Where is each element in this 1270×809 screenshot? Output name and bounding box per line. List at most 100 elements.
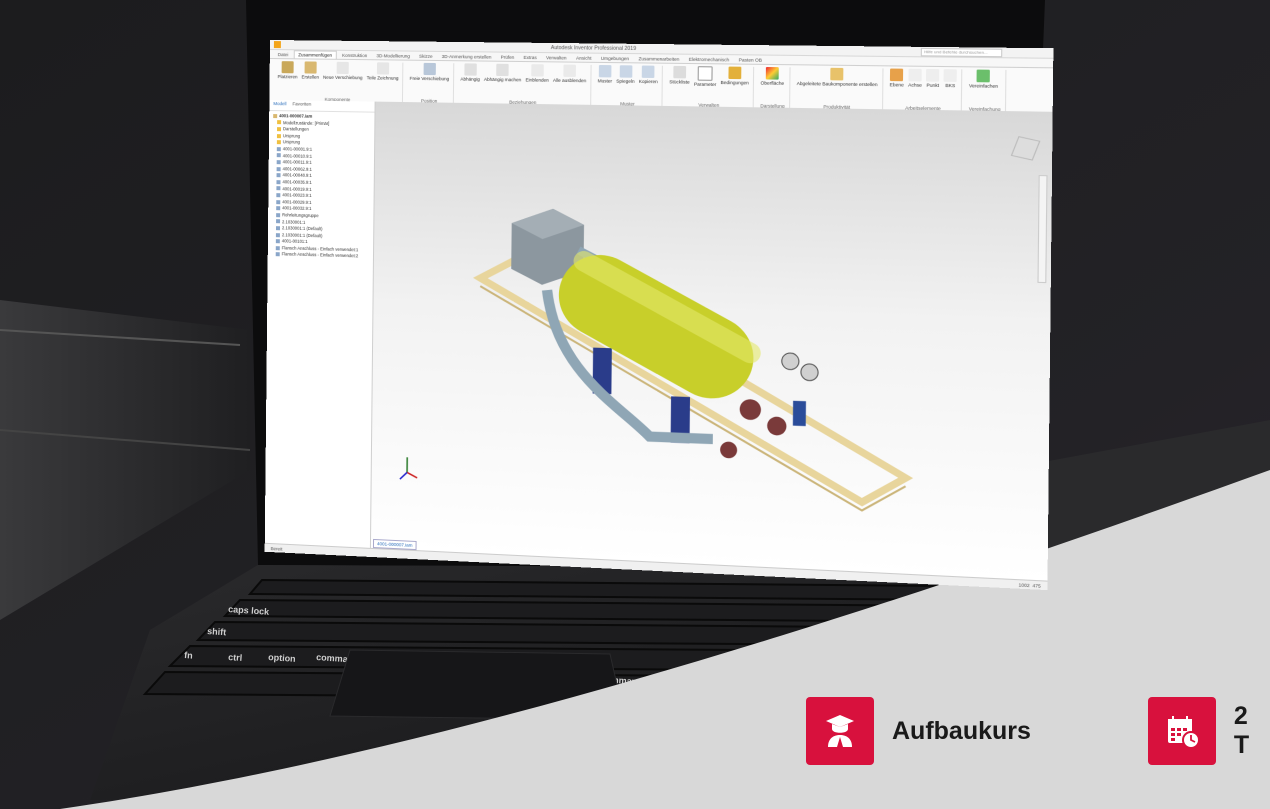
create-button[interactable]: Erstellen [301,61,320,80]
appearance-icon [765,67,779,80]
panel-vereinfachung: Vereinfachen Vereinfachung [964,69,1007,113]
mirror-icon [619,65,632,78]
component-icon [276,193,281,198]
tab-datei[interactable]: Datei [274,51,293,58]
copy-button[interactable]: Kopieren [639,65,658,84]
tab-elektromechanisch[interactable]: Elektromechanisch [685,56,734,64]
pump-unit [792,400,806,427]
tree-item-label: 4001-00010.9:1 [282,152,313,159]
part-drawing-button[interactable]: Teile Zeichnung [367,62,399,81]
panel-produktivitaet: Abgeleitete Baukomponente erstellen Prod… [792,67,884,111]
graduate-svg [826,715,854,747]
constrain-button[interactable]: Abhängig [460,63,480,82]
show-icon [530,64,544,77]
gauge-2 [801,364,818,381]
new-move-label: Neue Verschiebung [323,74,363,81]
free-move-label: Freie Verschiebung [409,75,450,82]
tree-item-label: 4001-00029.9:1 [282,199,312,205]
tree-item-label: Ursprung [282,139,301,145]
ucs-button[interactable]: BKS [943,69,958,88]
create-label: Erstellen [301,74,320,80]
hide-all-label: Alle ausblenden [552,77,587,84]
browser-tree: 4001-000007.iam Modellzustände: [Primär]… [268,111,375,263]
appearance-button[interactable]: Oberfläche [760,67,784,86]
bom-label: Stückliste [669,79,690,85]
bom-icon [673,65,687,79]
tab-pruefen[interactable]: Prüfen [497,54,519,61]
tab-pasten-ob[interactable]: Pasten OB [735,56,767,64]
hide-all-button[interactable]: Alle ausblenden [553,64,586,83]
status-count-1: 1002 [1018,581,1030,588]
help-search-input[interactable]: Hilfe und Befehle durchsuchen... [920,47,1003,57]
tab-verwalten[interactable]: Verwalten [542,54,571,61]
place-label: Platzieren [277,74,298,80]
axis-label: Achse [908,82,922,88]
mirror-button[interactable]: Spiegeln [616,65,635,84]
plane-icon [890,68,904,82]
tab-zusammenarbeiten[interactable]: Zusammenarbeiten [634,55,683,63]
component-icon [276,206,281,211]
graphics-viewport[interactable] [370,101,1053,582]
tree-item-label: 4001-00023.9:1 [282,192,312,199]
conditions-label: Bedingungen [720,79,749,86]
free-move-button[interactable]: Freie Verschiebung [409,62,450,82]
move-icon [336,61,349,75]
plane-button[interactable]: Ebene [890,68,904,88]
panel-verwalten: Stückliste Parameter Bedingungen Verwalt… [664,65,755,109]
tab-extras[interactable]: Extras [519,54,541,61]
valve-1 [739,398,762,421]
component-icon [275,239,280,244]
component-icon [276,219,281,224]
inventor-logo-icon [273,41,281,49]
badge-course-level: Aufbaukurs [806,697,1031,765]
tree-item-label: 4001-00019.9:1 [282,185,312,192]
component-icon [276,212,281,218]
tab-3d-anmerkung[interactable]: 3D-Anmerkung erstellen [438,53,496,61]
cad-screen: Autodesk Inventor Professional 2019 Hilf… [264,40,1054,591]
model-browser: Modell Favoriten 4001-000007.iam Modellz… [264,99,376,549]
tree-item-label: Rohrleitungsgruppe [282,212,319,219]
tree-item-label: 2.1030001:1 (Default) [281,231,323,239]
tab-3d-modellierung[interactable]: 3D-Modellierung [372,52,414,60]
joint-button[interactable]: Abhängig machen [484,63,522,82]
tab-konstruktion[interactable]: Konstruktion [338,52,371,59]
tree-item-label: 4001-00032.9:1 [282,205,312,212]
conditions-button[interactable]: Bedingungen [720,66,749,87]
browser-tab-modell[interactable]: Modell [273,101,286,109]
component-icon [276,179,281,185]
place-button[interactable]: Platzieren [278,61,298,79]
axis-icon [908,68,922,82]
parameters-button[interactable]: Parameter [694,66,717,87]
derived-substitute-button[interactable]: Abgeleitete Baukomponente erstellen [797,67,878,87]
browser-tab-favoriten[interactable]: Favoriten [292,101,311,109]
axis-x-icon [407,472,417,477]
create-icon [304,61,317,74]
status-count-2: 475 [1032,582,1041,589]
component-icon [276,186,281,191]
component-icon [276,173,281,178]
tree-item-label: Ursprung [282,133,301,139]
cad-model [371,207,1053,582]
panel-arbeitselemente: Ebene Achse Punkt BKS Arbeitselemente [884,68,963,112]
tab-skizze[interactable]: Skizze [415,53,437,60]
point-icon [926,68,940,82]
fx-icon [697,66,713,81]
point-button[interactable]: Punkt [926,68,940,88]
tab-zusammenfuegen[interactable]: Zusammenfügen [293,50,338,59]
axis-button[interactable]: Achse [908,68,922,88]
simplify-button[interactable]: Vereinfachen [969,69,998,89]
status-text: Bereit [270,545,283,552]
bom-button[interactable]: Stückliste [669,65,690,87]
tab-ansicht[interactable]: Ansicht [572,54,596,61]
svg-text:option: option [268,652,296,664]
assembly-icon [273,113,278,119]
tree-item[interactable]: Flansch Anschluss - Einfach verwendet:2 [272,252,369,261]
badge-duration: 2 T [1148,697,1270,765]
component-icon [276,160,281,165]
pattern-button[interactable]: Muster [598,64,613,84]
tab-umgebungen[interactable]: Umgebungen [597,55,634,63]
svg-text:shift: shift [207,626,227,637]
new-move-button[interactable]: Neue Verschiebung [323,61,363,81]
calendar-svg [1167,716,1200,749]
show-button[interactable]: Einblenden [525,64,549,83]
